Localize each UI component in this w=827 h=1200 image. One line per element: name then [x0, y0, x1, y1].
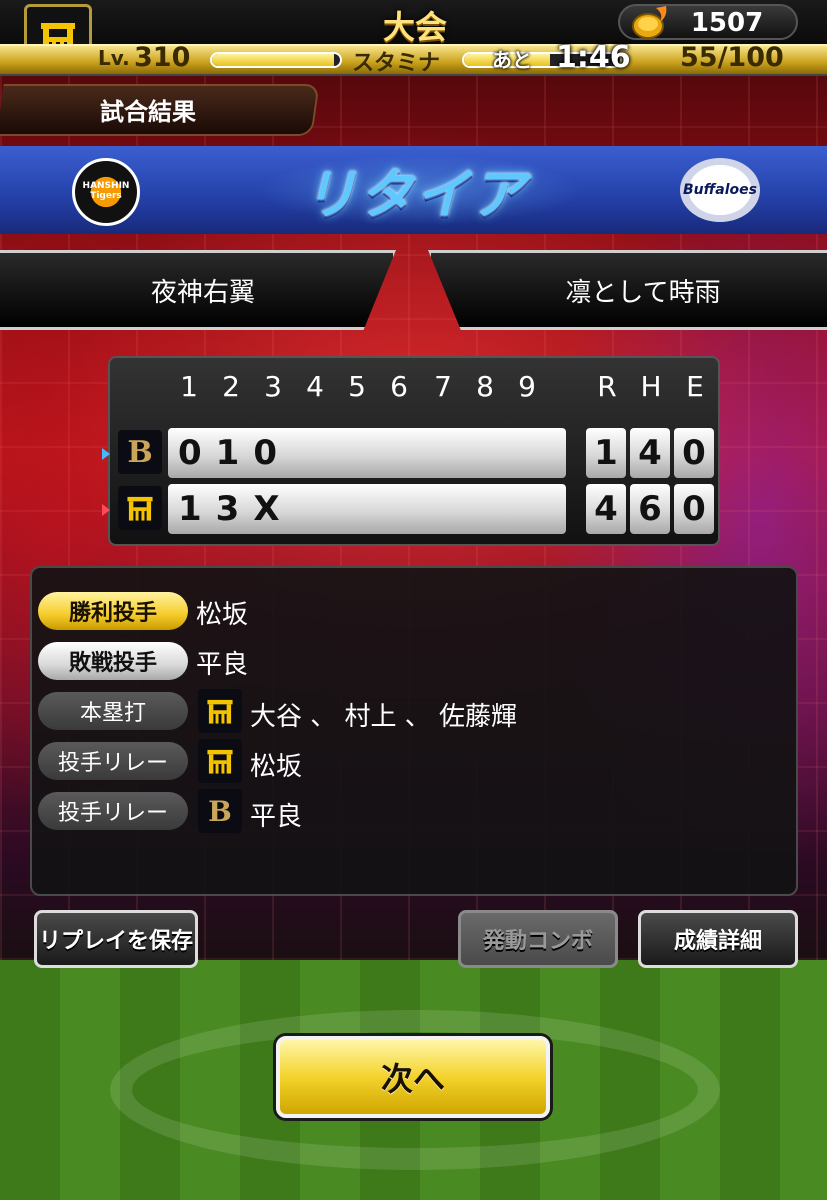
next-button[interactable]: 次へ	[276, 1036, 550, 1118]
inning-3-header: 3	[264, 370, 282, 403]
inning-8-header: 8	[476, 370, 494, 403]
result-title: リタイア	[303, 163, 527, 226]
activate-combo-button[interactable]: 発動コンボ	[458, 910, 618, 968]
relay-label-1: 投手リレー	[38, 742, 188, 780]
home-row-marker	[102, 504, 110, 516]
tigers-logo: HANSHIN Tigers	[72, 158, 140, 226]
winning-pitcher-label: 勝利投手	[38, 592, 188, 630]
inning-1-header: 1	[180, 370, 198, 403]
coin-icon	[632, 6, 667, 39]
inning-5-header: 5	[348, 370, 366, 403]
level-prefix: Lv.	[98, 46, 130, 70]
inning-4-header: 4	[306, 370, 324, 403]
buffaloes-chip-letter: B	[127, 434, 153, 470]
home-run-label: 本塁打	[38, 692, 188, 730]
home-run-value: 大谷 、 村上 、 佐藤輝	[250, 702, 518, 732]
stamina-ato-label: あと	[492, 48, 532, 72]
home-run-team-icon	[198, 689, 242, 733]
save-replay-button[interactable]: リプレイを保存	[34, 910, 198, 968]
player-plate-right: 凛として時雨	[428, 250, 827, 330]
exp-bar	[210, 52, 342, 68]
away-innings-score: 010	[168, 428, 566, 478]
relay-1-team-icon	[198, 739, 242, 783]
relay-2-team-icon: B	[198, 789, 242, 833]
relay-label-2: 投手リレー	[38, 792, 188, 830]
stamina-timer: 1:46	[556, 40, 631, 75]
result-tag-label: 試合結果	[100, 98, 196, 126]
tigers-emblem-icon	[207, 699, 233, 724]
exp-fill	[212, 54, 334, 66]
scoreboard-header: 1 2 3 4 5 6 7 8 9 R H E	[110, 358, 718, 410]
relay-value-2: 平良	[250, 802, 303, 832]
player-name-left: 夜神右翼	[150, 277, 255, 308]
away-hits: 4	[630, 428, 670, 478]
winning-pitcher-value: 松坂	[196, 600, 249, 630]
tigers-emblem-icon	[207, 749, 233, 774]
home-innings-score: 13X	[168, 484, 566, 534]
buffaloes-mini-letter: B	[208, 794, 232, 828]
buffaloes-chip-icon: B	[118, 430, 162, 474]
level-value: 310	[134, 42, 191, 73]
errors-header: E	[686, 370, 704, 403]
inning-9-header: 9	[518, 370, 536, 403]
player-plate-left: 夜神右翼	[0, 250, 396, 330]
runs-header: R	[597, 370, 617, 403]
stats-detail-button[interactable]: 成績詳細	[638, 910, 798, 968]
tigers-logo-text: HANSHIN Tigers	[82, 181, 130, 201]
away-row-marker	[102, 448, 110, 460]
inning-6-header: 6	[390, 370, 408, 403]
inning-2-header: 2	[222, 370, 240, 403]
losing-pitcher-value: 平良	[196, 650, 249, 680]
losing-pitcher-label: 敗戦投手	[38, 642, 188, 680]
page-title: 大会	[382, 8, 447, 46]
coin-value: 1507	[690, 8, 764, 38]
home-runs: 4	[586, 484, 626, 534]
relay-value-1: 松坂	[250, 752, 303, 782]
player-name-right: 凛として時雨	[565, 277, 721, 308]
tigers-mini-emblem-icon	[127, 496, 153, 521]
hits-header: H	[640, 370, 662, 403]
away-runs: 1	[586, 428, 626, 478]
stamina-label: スタミナ	[352, 51, 441, 76]
inning-7-header: 7	[434, 370, 452, 403]
buffaloes-logo-text: Buffaloes	[683, 182, 757, 198]
home-errors: 0	[674, 484, 714, 534]
scoreboard: 1 2 3 4 5 6 7 8 9 R H E B 010 1 4 0 13X …	[102, 356, 720, 546]
tigers-chip-icon	[118, 486, 162, 530]
buffaloes-logo: Buffaloes	[680, 158, 760, 222]
away-errors: 0	[674, 428, 714, 478]
home-hits: 6	[630, 484, 670, 534]
stamina-count: 55/100	[680, 42, 784, 73]
